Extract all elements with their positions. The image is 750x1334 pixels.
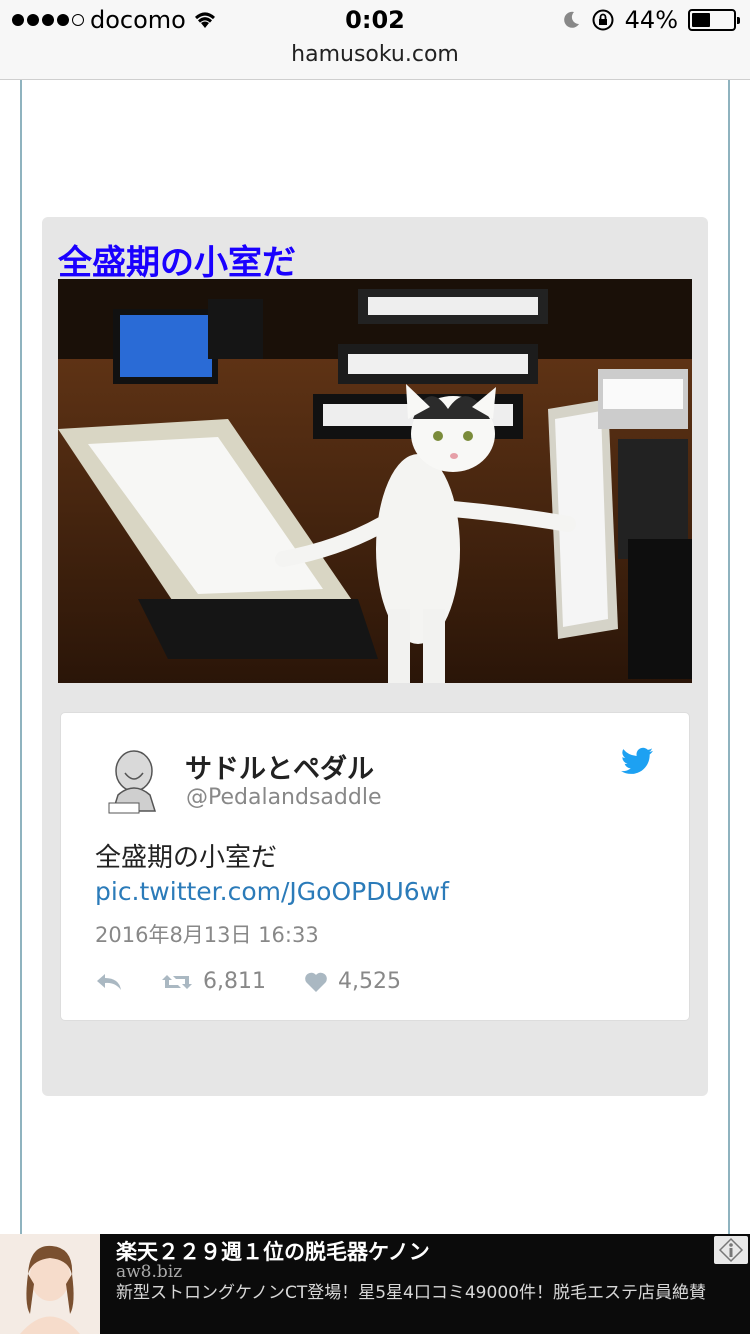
cat-keyboards-photo (58, 279, 692, 683)
moon-icon (563, 11, 579, 28)
tweet-text: 全盛期の小室だ (95, 843, 278, 873)
like-action[interactable]: 4,525 (304, 969, 401, 994)
address-bar[interactable]: hamusoku.com (0, 40, 750, 80)
tweet-timestamp[interactable]: 2016年8月13日 16:33 (95, 919, 319, 949)
embedded-tweet[interactable]: サドルとペダル @Pedalandsaddle 全盛期の小室だ pic.twit… (60, 712, 690, 1021)
ad-choices-icon[interactable] (714, 1236, 748, 1264)
reply-icon[interactable] (95, 972, 123, 992)
ad-description: 新型ストロングケノンCT登場！星5星4口コミ49000件！脱毛エステ店員絶賛 (116, 1283, 706, 1303)
ad-banner[interactable]: 楽天２２９週１位の脱毛器ケノン aw8.biz 新型ストロングケノンCT登場！星… (0, 1234, 750, 1334)
tweet-author-handle[interactable]: @Pedalandsaddle (186, 785, 382, 810)
status-bar: docomo 0:02 44% (0, 0, 750, 40)
ad-info-button[interactable] (714, 1236, 748, 1264)
post-image[interactable] (58, 279, 692, 683)
ad-model-photo (0, 1234, 100, 1334)
avatar[interactable] (103, 745, 165, 815)
tweet-media-link[interactable]: pic.twitter.com/JGoOPDU6wf (95, 877, 449, 906)
post-card: 全盛期の小室だ サドルとペダル @Pedalandsaddle 全盛期の小室だ … (42, 217, 708, 1096)
like-count: 4,525 (337, 969, 401, 994)
reply-action[interactable] (95, 972, 123, 992)
battery-icon (688, 9, 740, 31)
ad-image[interactable] (0, 1234, 100, 1334)
retweet-action[interactable]: 6,811 (161, 969, 266, 994)
retweet-count: 6,811 (203, 969, 266, 994)
tweet-actions: 6,811 4,525 (95, 969, 439, 994)
twitter-bird-icon[interactable] (621, 747, 653, 775)
url-text[interactable]: hamusoku.com (291, 42, 459, 67)
status-right: 44% (561, 6, 740, 34)
retweet-icon[interactable] (161, 971, 193, 993)
rotation-lock-icon (592, 9, 614, 31)
ad-domain: aw8.biz (116, 1262, 183, 1282)
battery-percent: 44% (624, 6, 678, 34)
heart-icon[interactable] (304, 971, 328, 993)
post-title: 全盛期の小室だ (58, 243, 296, 283)
tweet-author-name[interactable]: サドルとペダル (185, 747, 374, 786)
